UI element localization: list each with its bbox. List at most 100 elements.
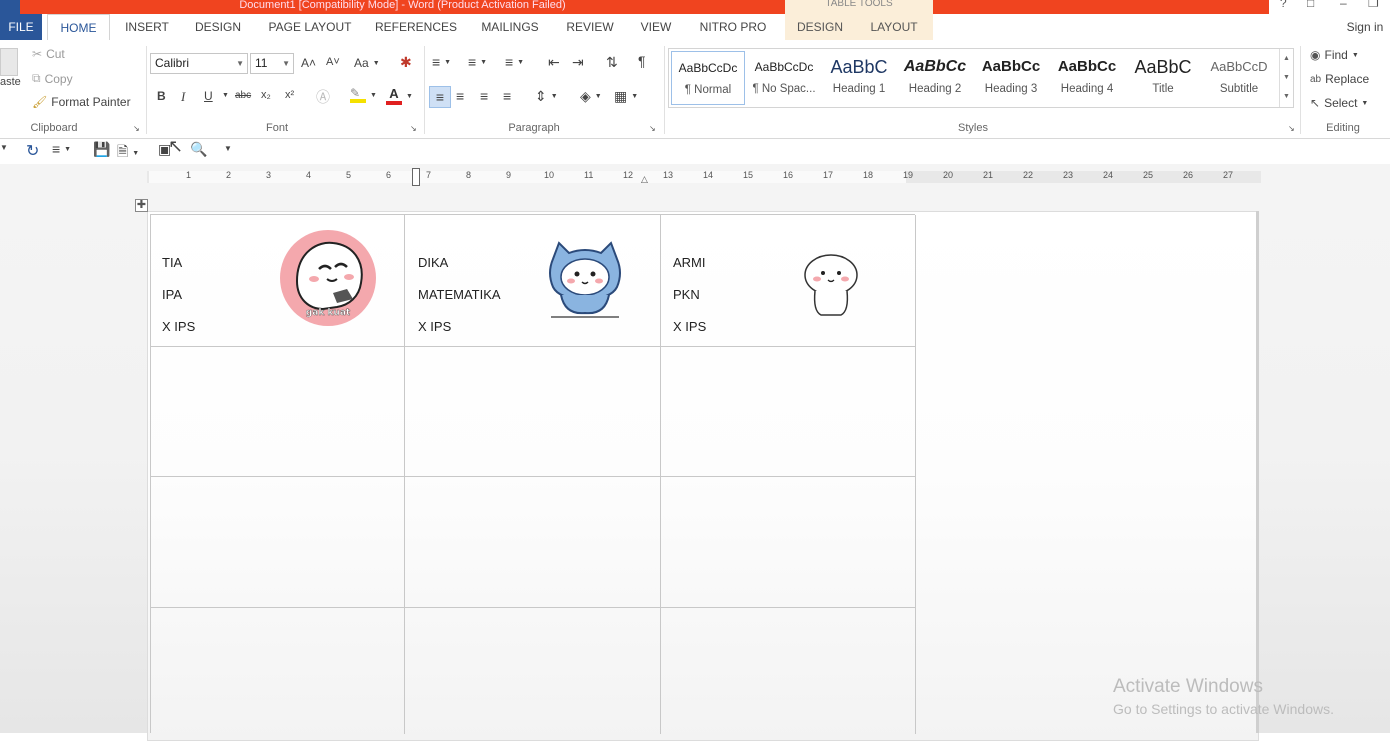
align-center-icon[interactable]: ≡ <box>456 88 464 104</box>
font-size-box[interactable]: 11 ▼ <box>250 53 294 74</box>
ruler-number: 3 <box>266 170 272 180</box>
increase-indent-icon[interactable]: ⇥ <box>572 54 584 71</box>
gallery-scroll[interactable]: ▲ ▼ ▼ <box>1279 49 1293 107</box>
ghost-sticker-icon: gak kuat <box>280 230 376 326</box>
style-heading-3[interactable]: AaBbCc Heading 3 <box>974 51 1048 105</box>
style-heading-4[interactable]: AaBbCc Heading 4 <box>1050 51 1124 105</box>
help-icon[interactable]: ? <box>1280 0 1287 10</box>
align-left-icon[interactable]: ≡ <box>429 86 451 108</box>
horizontal-ruler[interactable]: 1 2 3 4 5 6 7 8 9 10 11 12 13 14 15 16 1… <box>147 168 1261 186</box>
style-normal[interactable]: AaBbCcDc ¶ Normal <box>671 51 745 105</box>
table-cell[interactable]: DIKA MATEMATIKA X IPS <box>405 215 661 347</box>
shrink-font-button[interactable]: A˅ <box>326 56 340 68</box>
table-cell[interactable]: ARMI PKN X IPS <box>661 215 916 347</box>
table-cell[interactable] <box>661 608 916 734</box>
clipboard-launcher-icon[interactable]: ↘ <box>133 124 140 133</box>
shading-icon[interactable]: ◈ ▼ <box>580 88 602 105</box>
underline-button[interactable]: U <box>204 89 213 103</box>
text-effects-icon[interactable]: Ⓐ <box>316 87 330 107</box>
indent-marker[interactable] <box>412 168 420 186</box>
save-icon[interactable]: 💾 <box>93 141 110 158</box>
minimize-icon[interactable]: – <box>1340 0 1347 10</box>
select-label: Select <box>1324 96 1358 110</box>
redo-icon[interactable]: ↻ <box>26 141 39 161</box>
style-subtitle[interactable]: AaBbCcD Subtitle <box>1202 51 1276 105</box>
subscript-button[interactable]: x₂ <box>261 89 271 101</box>
find-button[interactable]: ◉ Find ▼ <box>1310 48 1359 62</box>
strikethrough-button[interactable]: abc <box>235 90 251 101</box>
font-color-button[interactable]: A ▼ <box>386 87 413 105</box>
tab-stop-marker[interactable]: △ <box>641 174 648 185</box>
tab-page-layout[interactable]: PAGE LAYOUT <box>262 14 358 40</box>
new-document-icon[interactable]: 🗎 ▼ <box>117 141 139 165</box>
style-preview: AaBbCc <box>981 58 1041 75</box>
style-heading-1[interactable]: AaBbC Heading 1 <box>822 51 896 105</box>
table-cell[interactable] <box>405 608 661 734</box>
change-case-button[interactable]: Aa ▼ <box>354 56 380 70</box>
tab-references[interactable]: REFERENCES <box>372 14 460 40</box>
bullets-icon[interactable]: ≡ ▼ <box>432 54 451 70</box>
multilevel-list-icon[interactable]: ≡ ▼ <box>505 54 524 70</box>
clear-formatting-icon[interactable]: ✱ <box>400 54 412 71</box>
bold-button[interactable]: B <box>157 89 166 103</box>
ribbon-display-icon[interactable]: □ <box>1307 0 1314 10</box>
grow-font-button[interactable]: A˄ <box>301 56 316 70</box>
table-cell[interactable] <box>661 347 916 477</box>
bullets-icon[interactable]: ≡ ▼ <box>52 141 71 157</box>
superscript-button[interactable]: x² <box>285 89 294 101</box>
copy-icon: ⧉ <box>32 71 41 85</box>
table-move-handle-icon[interactable]: ✚ <box>135 199 148 212</box>
table-cell[interactable] <box>151 608 405 734</box>
tab-insert[interactable]: INSERT <box>118 14 176 40</box>
chevron-down-icon[interactable]: ▼ <box>222 92 229 99</box>
style-title[interactable]: AaBbC Title <box>1126 51 1200 105</box>
tab-file[interactable]: FILE <box>0 14 42 40</box>
paragraph-launcher-icon[interactable]: ↘ <box>649 124 656 133</box>
line-spacing-icon[interactable]: ⇕ ▼ <box>535 88 558 105</box>
table-cell[interactable] <box>151 347 405 477</box>
customize-toolbar-icon[interactable]: ▼ <box>224 144 232 153</box>
tab-table-design[interactable]: DESIGN <box>785 14 855 40</box>
tab-nitro-pro[interactable]: NITRO PRO <box>692 14 774 40</box>
table-cell[interactable] <box>151 477 405 608</box>
select-button[interactable]: ↖ Select ▼ <box>1310 96 1368 110</box>
styles-launcher-icon[interactable]: ↘ <box>1288 124 1295 133</box>
highlight-button[interactable]: ✎ ▼ <box>350 87 377 103</box>
tab-view[interactable]: VIEW <box>634 14 678 40</box>
clipboard-group-label: Clipboard <box>30 122 78 134</box>
tab-design[interactable]: DESIGN <box>188 14 248 40</box>
chevron-down-icon: ▼ <box>370 91 377 99</box>
style-no-spacing[interactable]: AaBbCcDc ¶ No Spac... <box>747 51 821 105</box>
justify-icon[interactable]: ≡ <box>503 88 511 104</box>
sort-icon[interactable]: ⇅ <box>606 54 618 71</box>
pilcrow-icon[interactable]: ¶ <box>638 53 646 69</box>
font-launcher-icon[interactable]: ↘ <box>410 124 417 133</box>
table-cell[interactable] <box>661 477 916 608</box>
table-cell[interactable] <box>405 347 661 477</box>
paste-button[interactable]: aste <box>0 48 21 88</box>
ruler-number: 14 <box>703 170 714 180</box>
restore-icon[interactable]: ❐ <box>1368 0 1379 10</box>
table-cell[interactable] <box>405 477 661 608</box>
font-name-box[interactable]: Calibri ▼ <box>150 53 248 74</box>
sign-in-link[interactable]: Sign in <box>1340 14 1390 40</box>
tab-table-layout[interactable]: LAYOUT <box>855 14 933 40</box>
tab-mailings[interactable]: MAILINGS <box>474 14 546 40</box>
cut-button[interactable]: ✂ Cut <box>32 47 65 61</box>
numbering-icon[interactable]: ≡ ▼ <box>468 54 487 70</box>
ruler-number: 4 <box>306 170 312 180</box>
tab-review[interactable]: REVIEW <box>560 14 620 40</box>
tab-home[interactable]: HOME <box>47 14 110 40</box>
style-heading-2[interactable]: AaBbCc Heading 2 <box>898 51 972 105</box>
copy-button[interactable]: ⧉ Copy <box>32 71 73 86</box>
table-cell[interactable]: TIA IPA X IPS gak kuat <box>151 215 405 347</box>
borders-icon[interactable]: ▦ ▼ <box>614 88 638 105</box>
decrease-indent-icon[interactable]: ⇤ <box>548 54 560 71</box>
italic-button[interactable]: I <box>181 89 185 105</box>
replace-button[interactable]: ab Replace <box>1310 72 1369 86</box>
chevron-down-icon[interactable]: ▼ <box>0 143 8 152</box>
ruler-number: 19 <box>903 170 914 180</box>
format-painter-button[interactable]: 🖌 Format Painter <box>32 95 131 109</box>
align-right-icon[interactable]: ≡ <box>480 88 488 104</box>
print-preview-icon[interactable]: 🔍 <box>190 141 207 158</box>
